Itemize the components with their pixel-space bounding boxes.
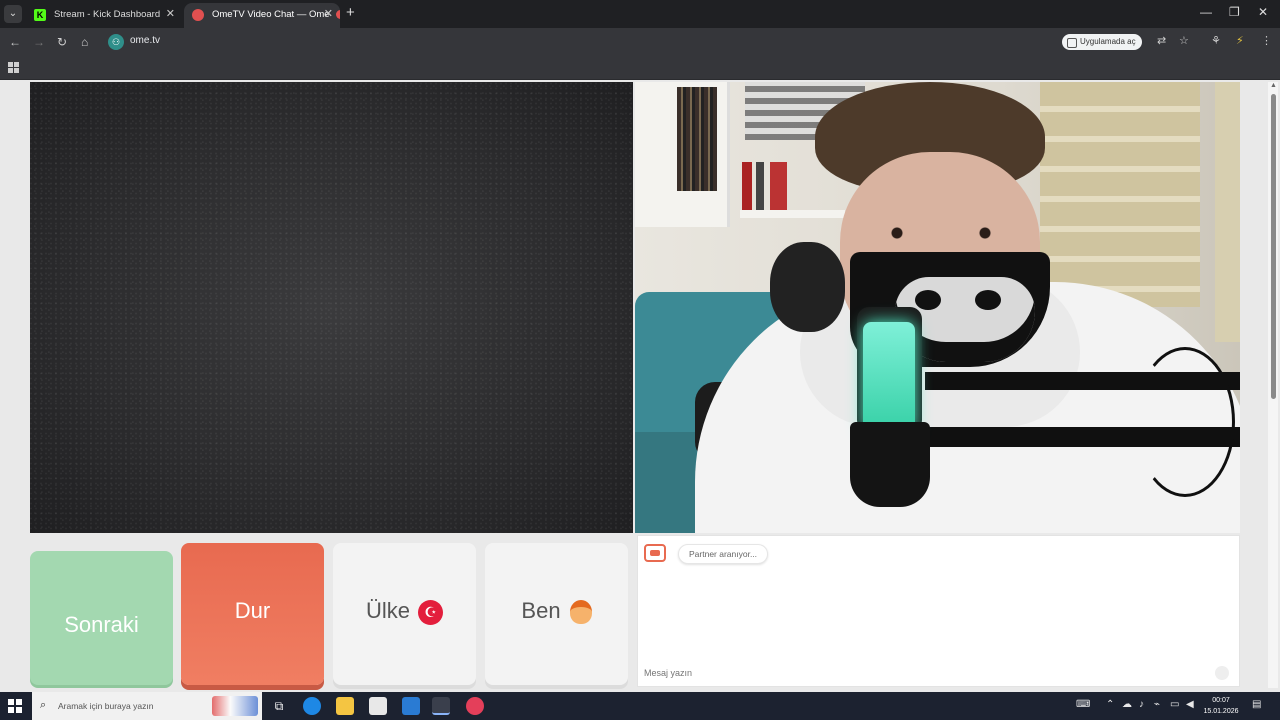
- chat-input[interactable]: [642, 664, 1216, 682]
- clock-time: 00:07: [1212, 697, 1230, 704]
- me-label: Ben: [521, 598, 561, 623]
- browser-tab-strip: ⌄ K Stream - Kick Dashboard ✕ OmeTV Vide…: [0, 0, 1280, 28]
- reload-icon[interactable]: ↻: [57, 34, 67, 50]
- url-text: ome.tv: [130, 35, 161, 46]
- restore-icon[interactable]: ❐: [1229, 5, 1240, 19]
- bookmark-star-icon[interactable]: ☆: [1179, 34, 1189, 47]
- home-icon[interactable]: ⌂: [81, 34, 88, 50]
- menu-icon[interactable]: ⋮: [1261, 34, 1272, 47]
- me-button[interactable]: Ben: [485, 543, 628, 685]
- video-bottles: [742, 162, 787, 210]
- video-headphones: [770, 242, 845, 332]
- me-label-wrap: Ben: [485, 597, 628, 625]
- apps-grid-icon[interactable]: [8, 62, 19, 73]
- search-placeholder: Aramak için buraya yazın: [58, 701, 154, 711]
- bookmarks-bar: [0, 56, 1280, 80]
- forward-icon[interactable]: →: [33, 34, 45, 50]
- taskbar-clock[interactable]: 00:07 15.01.2026: [1200, 695, 1242, 717]
- site-info-icon[interactable]: ⚇: [108, 34, 124, 50]
- video-microphone-base: [850, 422, 930, 507]
- open-in-app-button[interactable]: Uygulamada aç: [1062, 34, 1142, 50]
- video-books: [677, 87, 717, 191]
- notifications-icon[interactable]: ▤: [1252, 699, 1261, 710]
- country-button[interactable]: Ülke ☪: [333, 543, 476, 685]
- stop-label: Dur: [234, 598, 271, 623]
- country-label: Ülke: [365, 598, 410, 623]
- address-bar[interactable]: ⚇ ome.tv: [104, 31, 1144, 53]
- page-scrollbar[interactable]: ▲: [1268, 82, 1278, 688]
- keyboard-icon[interactable]: ⌨: [1076, 699, 1090, 710]
- tab-kick-dashboard[interactable]: K Stream - Kick Dashboard ✕: [26, 3, 182, 28]
- static-noise: [30, 82, 633, 533]
- extension-icon[interactable]: ⚘: [1211, 34, 1221, 47]
- video-window: [1215, 82, 1240, 342]
- close-tab-icon[interactable]: ✕: [324, 3, 333, 26]
- mail-icon[interactable]: [402, 697, 420, 715]
- close-window-icon[interactable]: ✕: [1258, 5, 1268, 19]
- file-explorer-icon[interactable]: [336, 697, 354, 715]
- tab-title: OmeTV Video Chat — Ome: [212, 9, 330, 20]
- video-blinds: [1040, 82, 1200, 307]
- scroll-thumb[interactable]: [1271, 94, 1276, 399]
- search-highlight-icon: [212, 696, 258, 716]
- close-tab-icon[interactable]: ✕: [166, 3, 175, 26]
- volume-icon[interactable]: ◀: [1186, 699, 1194, 710]
- tab-ometv[interactable]: OmeTV Video Chat — Ome ✕: [184, 3, 340, 28]
- store-icon[interactable]: [369, 697, 387, 715]
- video-person-eyes: [865, 227, 1025, 239]
- country-label-wrap: Ülke ☪: [333, 597, 476, 625]
- minimize-icon[interactable]: —: [1200, 5, 1212, 19]
- windows-start-icon[interactable]: [8, 699, 22, 713]
- video-skull-eye: [975, 290, 1001, 310]
- scroll-up-icon[interactable]: ▲: [1270, 82, 1277, 89]
- task-view-icon[interactable]: ⧉: [270, 697, 288, 715]
- stop-button[interactable]: Dur: [181, 543, 324, 685]
- tab-search-button[interactable]: ⌄: [4, 5, 22, 23]
- search-icon: ⌕: [40, 699, 47, 711]
- clock-date: 15.01.2026: [1203, 708, 1239, 715]
- ometv-logo-icon: [644, 544, 666, 562]
- show-hidden-icons[interactable]: ⌃: [1106, 699, 1114, 710]
- tab-title: Stream - Kick Dashboard: [54, 9, 161, 20]
- video-skull-eye: [915, 290, 941, 310]
- video-microphone-light: [863, 322, 915, 432]
- self-video: [635, 82, 1240, 533]
- emoji-icon[interactable]: [1215, 666, 1229, 680]
- turkey-flag-icon: ☪: [418, 599, 443, 625]
- partner-video: [30, 82, 633, 533]
- video-shelf: [635, 82, 730, 227]
- chat-panel: Partner aranıyor...: [637, 535, 1240, 687]
- display-icon[interactable]: ▭: [1170, 699, 1179, 710]
- status-badge: Partner aranıyor...: [678, 544, 769, 564]
- edge-icon[interactable]: [303, 697, 321, 715]
- recorder-icon[interactable]: [466, 697, 484, 715]
- back-icon[interactable]: ←: [9, 34, 21, 50]
- profile-icon[interactable]: ⚡: [1236, 34, 1244, 47]
- next-label: Sonraki: [64, 612, 139, 637]
- next-button[interactable]: Sonraki: [30, 551, 173, 685]
- network-icon[interactable]: ⌁: [1154, 699, 1160, 710]
- kick-icon: K: [34, 9, 46, 21]
- ometv-icon: [192, 9, 204, 21]
- cloud-icon[interactable]: ☁: [1122, 699, 1132, 710]
- translate-icon[interactable]: ⇄: [1157, 34, 1166, 47]
- microphone-icon[interactable]: ♪: [1139, 699, 1144, 710]
- taskbar-search[interactable]: ⌕ Aramak için buraya yazın: [32, 692, 262, 720]
- video-cable: [1135, 347, 1235, 497]
- recording-icon: [336, 9, 340, 19]
- avatar-icon: [569, 600, 592, 625]
- windows-taskbar: ⌕ Aramak için buraya yazın ⧉ ⌨ ⌃ ☁ ♪ ⌁ ▭…: [0, 692, 1280, 720]
- chrome-icon[interactable]: [432, 697, 450, 715]
- new-tab-button[interactable]: +: [346, 5, 355, 21]
- video-shelf: [740, 210, 845, 218]
